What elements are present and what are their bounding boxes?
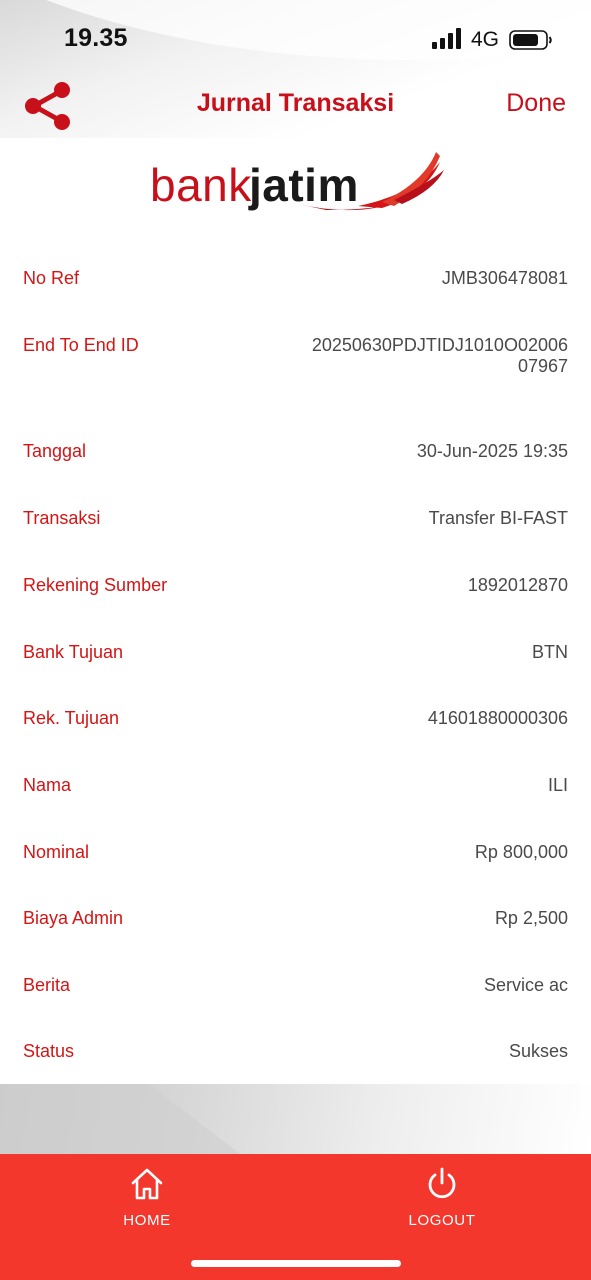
detail-label: Tanggal (23, 441, 87, 461)
logo-text-bank: bank (150, 159, 252, 211)
detail-label: Status (23, 1041, 75, 1061)
tab-logout[interactable]: LOGOUT (372, 1166, 512, 1246)
detail-value: 41601880000306 (427, 708, 568, 728)
detail-value: 30-Jun-2025 19:35 (416, 441, 568, 461)
detail-value: Service ac (483, 975, 568, 995)
detail-label: Rekening Sumber (23, 575, 168, 595)
status-bar-time: 19.35 (64, 24, 128, 52)
detail-value: ILI (547, 775, 568, 795)
detail-label: Berita (23, 975, 71, 995)
detail-value: JMB306478081 (441, 268, 568, 288)
detail-label: Rek. Tujuan (23, 708, 120, 728)
detail-label: Bank Tujuan (23, 642, 124, 662)
battery-icon (509, 30, 552, 50)
detail-value: 1892012870 (467, 575, 568, 595)
detail-value: 20250630PDJTIDJ1010O0200607967 (311, 335, 568, 376)
home-indicator[interactable] (191, 1260, 401, 1267)
tab-logout-label: LOGOUT (408, 1212, 476, 1229)
done-button[interactable]: Done (506, 89, 566, 118)
tab-home[interactable]: HOME (77, 1166, 217, 1246)
detail-label: Nominal (23, 842, 90, 862)
detail-label: Nama (23, 775, 72, 795)
detail-value: Sukses (508, 1041, 568, 1061)
power-icon (428, 1167, 456, 1199)
detail-label: No Ref (23, 268, 80, 288)
bank-logo: bank jatim (148, 150, 444, 220)
page-title: Jurnal Transaksi (196, 89, 395, 117)
detail-value: Transfer BI-FAST (428, 508, 568, 528)
home-icon (131, 1168, 163, 1200)
detail-label: Transaksi (23, 508, 101, 528)
signal-icon (432, 28, 461, 49)
detail-value: Rp 800,000 (474, 842, 568, 862)
detail-value: Rp 2,500 (494, 908, 568, 928)
tab-home-label: HOME (123, 1212, 171, 1229)
detail-label: Biaya Admin (23, 908, 124, 928)
network-type-label: 4G (471, 28, 500, 51)
detail-value: BTN (532, 642, 568, 662)
logo-text-jatim: jatim (249, 159, 359, 211)
detail-label: End To End ID (23, 335, 139, 355)
